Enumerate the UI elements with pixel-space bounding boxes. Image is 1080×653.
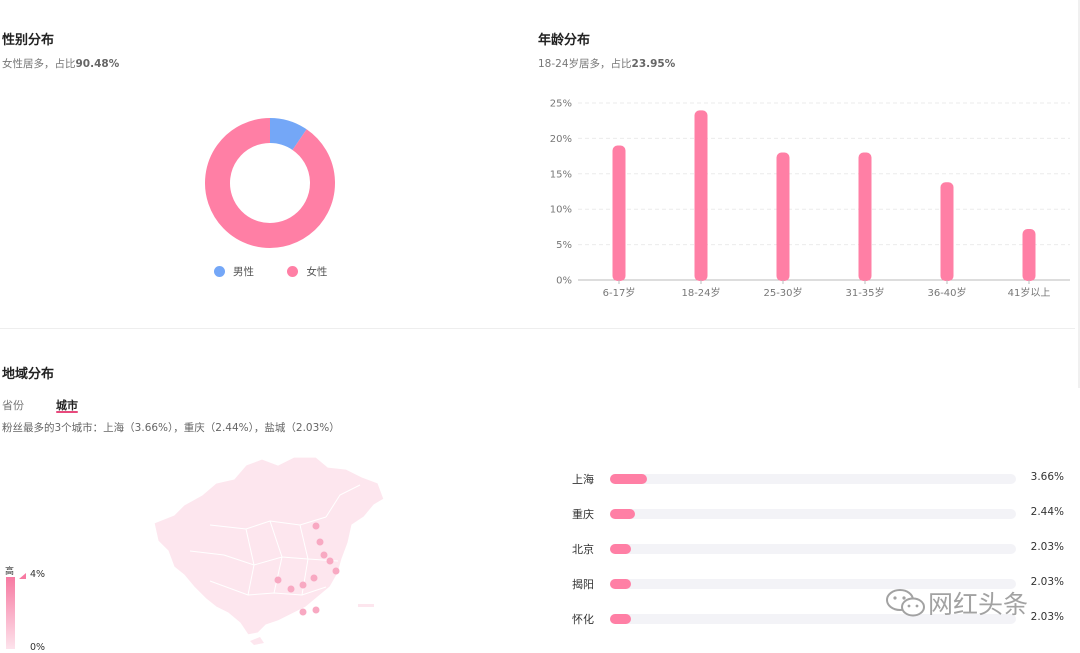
city-point[interactable] [312, 606, 320, 614]
y-tick-label: 10% [550, 205, 572, 216]
city-point[interactable] [316, 538, 324, 546]
scale-max-label: 4% [30, 569, 46, 580]
age-subtitle: 18-24岁居多，占比23.95% [538, 58, 676, 70]
city-name: 上海 [572, 473, 594, 486]
city-name: 重庆 [572, 508, 594, 521]
scale-high-label: 高 [5, 567, 15, 577]
donut-slice-female[interactable] [205, 118, 335, 248]
section-divider [0, 328, 1075, 329]
city-percent: 2.03% [1030, 576, 1064, 588]
scale-handle-icon[interactable] [19, 573, 26, 579]
city-percent: 2.44% [1030, 506, 1064, 518]
city-percent: 2.03% [1030, 541, 1064, 553]
active-tab-indicator [56, 411, 78, 413]
city-bar-fill [610, 579, 631, 589]
x-tick-label: 31-35岁 [845, 286, 884, 299]
y-tick-label: 20% [550, 134, 572, 145]
city-name: 揭阳 [572, 578, 594, 591]
city-name: 北京 [572, 543, 594, 556]
donut-slice-male[interactable] [269, 118, 307, 151]
city-bar-track [610, 509, 1016, 519]
age-bar[interactable] [612, 145, 626, 281]
city-point[interactable] [312, 522, 320, 530]
city-point[interactable] [332, 567, 340, 575]
age-bar[interactable] [776, 152, 790, 281]
city-point[interactable] [326, 557, 334, 565]
x-tick-label: 41岁以上 [1008, 286, 1051, 299]
city-point[interactable] [299, 608, 307, 616]
age-bar[interactable] [694, 110, 708, 282]
age-bar-chart: 0% 5% 10% 15% 20% 25% 6-17岁 18-24岁 25-30岁 31-35岁 3… [550, 99, 1070, 299]
legend-item-female[interactable]: 女性 [287, 264, 327, 279]
gender-title: 性别分布 [2, 33, 55, 48]
map-island [250, 637, 264, 645]
x-tick-label: 18-24岁 [681, 286, 720, 299]
scale-gradient-bar [6, 577, 15, 649]
city-bar-row[interactable]: 重庆 2.44% [560, 506, 1070, 522]
x-tick-label: 25-30岁 [763, 286, 802, 299]
y-tick-label: 15% [550, 169, 572, 180]
city-bar-track [610, 544, 1016, 554]
city-bar-fill [610, 544, 631, 554]
region-title: 地域分布 [2, 367, 55, 382]
legend-dot-female [287, 266, 299, 277]
x-tick-label: 6-17岁 [603, 286, 636, 299]
china-heat-map[interactable] [150, 455, 390, 645]
legend-dot-male [214, 266, 225, 277]
wechat-icon [886, 589, 925, 617]
city-point[interactable] [274, 576, 282, 584]
gender-subtitle: 女性居多，占比90.48% [2, 58, 120, 70]
map-dash [358, 604, 374, 607]
city-bar-fill [610, 614, 631, 624]
y-tick-label: 0% [556, 276, 572, 287]
city-bar-track [610, 474, 1016, 484]
tab-province[interactable]: 省份 [2, 397, 24, 413]
gender-legend: 男性 女性 [214, 264, 357, 280]
age-title: 年龄分布 [538, 33, 591, 48]
city-point[interactable] [299, 581, 307, 589]
age-bar[interactable] [1022, 229, 1036, 281]
y-tick-label: 5% [556, 240, 572, 251]
city-bar-fill [610, 474, 648, 484]
gender-donut-chart [205, 118, 335, 248]
watermark: 网红头条 [884, 585, 1028, 621]
city-bar-fill [610, 509, 635, 519]
map-land [153, 456, 385, 636]
city-bar-row[interactable]: 上海 3.66% [560, 471, 1070, 487]
y-tick-label: 25% [550, 99, 572, 110]
region-subtitle: 粉丝最多的3个城市：上海（3.66%），重庆（2.44%），盐城（2.03%） [2, 422, 340, 434]
age-bar[interactable] [940, 182, 954, 281]
city-bar-row[interactable]: 北京 2.03% [560, 541, 1070, 557]
legend-item-male[interactable]: 男性 [214, 264, 254, 279]
city-point[interactable] [310, 574, 318, 582]
city-percent: 3.66% [1030, 471, 1064, 483]
city-name: 怀化 [572, 613, 594, 626]
x-tick-label: 36-40岁 [927, 286, 966, 299]
city-point[interactable] [320, 551, 328, 559]
city-percent: 2.03% [1030, 611, 1064, 623]
scale-min-label: 0% [30, 642, 46, 653]
age-bar[interactable] [858, 152, 872, 281]
city-point[interactable] [287, 585, 295, 593]
